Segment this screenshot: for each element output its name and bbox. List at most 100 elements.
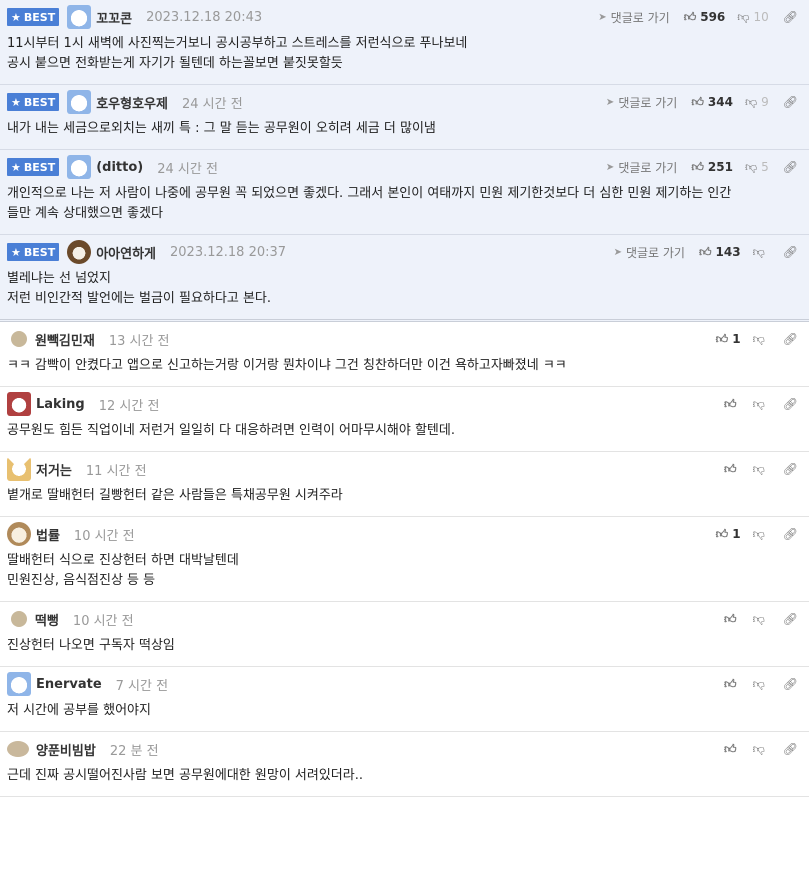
comment-meta: 떡뻥 10 시간 전 👍︎ 👎︎ 🔗︎ xyxy=(7,602,802,636)
comment-meta: 저거는 11 시간 전 👍︎ 👎︎ 🔗︎ xyxy=(7,452,802,486)
nickname[interactable]: 꼬꼬콘 xyxy=(96,8,132,27)
comment-meta: ★ BEST (ditto) 24 시간 전 ➤ 댓글로 가기 👍︎ 251 👎︎ 5 🔗︎ xyxy=(7,150,802,184)
thumbs-down-icon: 👎︎ xyxy=(744,94,758,109)
copy-link-button[interactable]: 🔗︎ xyxy=(783,10,802,24)
avatar-dog-icon[interactable] xyxy=(7,457,31,481)
thumbs-down-icon: 👎︎ xyxy=(752,741,765,756)
reply-label: 댓글로 가기 xyxy=(618,160,678,175)
avatar-blob-icon[interactable] xyxy=(7,741,29,757)
thumbs-up-icon: 👍︎ xyxy=(724,741,737,756)
comment-text: 개인적으로 나는 저 사람이 나중에 공무원 꼭 되었으면 좋겠다. 그래서 본… xyxy=(7,184,802,234)
link-icon: 🔗︎ xyxy=(782,160,798,174)
best-comment: ★ BEST (ditto) 24 시간 전 ➤ 댓글로 가기 👍︎ 251 👎︎ 5 🔗︎ 개인적으… xyxy=(0,150,809,235)
comment-line: 공시 붙으면 전화받는게 자기가 될텐데 하는꼴보면 붙짓못할듯 xyxy=(7,56,343,71)
avatar-puppy-icon[interactable] xyxy=(7,522,31,546)
nickname[interactable]: 떡뻥 xyxy=(35,610,59,629)
nickname[interactable]: 저거는 xyxy=(36,460,72,479)
avatar-blue-face-icon[interactable] xyxy=(7,672,31,696)
dislike-button[interactable]: 👎︎ xyxy=(753,332,769,347)
avatar-red-face-icon[interactable] xyxy=(7,392,31,416)
reply-link[interactable]: ➤ 댓글로 가기 xyxy=(598,9,669,26)
comment-meta: ★ BEST 꼬꼬콘 2023.12.18 20:43 ➤ 댓글로 가기 👍︎ 596 👎︎ 10… xyxy=(7,0,802,34)
like-button[interactable]: 👍︎ 1 xyxy=(716,332,741,347)
reply-link[interactable]: ➤ 댓글로 가기 xyxy=(614,244,685,261)
reply-link[interactable]: ➤ 댓글로 가기 xyxy=(606,159,677,176)
avatar-bear-icon[interactable] xyxy=(67,240,92,264)
comment-meta: 양푼비빔밥 22 분 전 👍︎ 👎︎ 🔗︎ xyxy=(7,732,802,766)
nickname[interactable]: 호우형호우제 xyxy=(96,93,168,112)
comment-text: 저 시간에 공부를 했어야지 xyxy=(7,701,802,731)
dislike-button[interactable]: 👎︎ xyxy=(753,742,769,757)
like-button[interactable]: 👍︎ 596 xyxy=(684,10,726,25)
avatar-blue-face-icon[interactable] xyxy=(67,155,92,179)
avatar-blue-face-icon[interactable] xyxy=(67,90,92,114)
nickname[interactable]: 원빽김민재 xyxy=(35,330,95,349)
nickname[interactable]: 양푼비빔밥 xyxy=(36,740,96,759)
copy-link-button[interactable]: 🔗︎ xyxy=(783,397,802,411)
dislike-count: 5 xyxy=(761,160,769,174)
reply-link[interactable]: ➤ 댓글로 가기 xyxy=(606,94,677,111)
comment-meta: 법률 10 시간 전 👍︎ 1 👎︎ 🔗︎ xyxy=(7,517,802,551)
comment-line: 저런 비인간적 발언에는 벌금이 필요하다고 본다. xyxy=(7,291,271,306)
thumbs-up-icon: 👍︎ xyxy=(724,676,737,691)
like-button[interactable]: 👍︎ 143 xyxy=(699,245,741,260)
avatar-blue-face-icon[interactable] xyxy=(67,5,92,29)
like-count: 1 xyxy=(732,332,741,346)
like-button[interactable]: 👍︎ xyxy=(724,612,741,627)
avatar-dot-icon[interactable] xyxy=(11,331,27,347)
like-button[interactable]: 👍︎ xyxy=(724,397,741,412)
comment: 양푼비빔밥 22 분 전 👍︎ 👎︎ 🔗︎ 근데 진짜 공시떨어진사람 보면 공무원에대한… xyxy=(0,732,809,797)
dislike-button[interactable]: 👎︎ 9 xyxy=(745,95,769,110)
comment-line: 별레냐는 선 넘었지 xyxy=(7,271,111,286)
copy-link-button[interactable]: 🔗︎ xyxy=(783,462,802,476)
dislike-button[interactable]: 👎︎ xyxy=(753,245,769,260)
like-button[interactable]: 👍︎ 1 xyxy=(716,527,741,542)
thumbs-up-icon: 👍︎ xyxy=(683,9,697,24)
thumbs-up-icon: 👍︎ xyxy=(691,159,704,174)
thumbs-down-icon: 👎︎ xyxy=(752,611,765,626)
like-button[interactable]: 👍︎ xyxy=(724,742,741,757)
copy-link-button[interactable]: 🔗︎ xyxy=(783,612,802,626)
comment-actions: 👍︎ 👎︎ 🔗︎ xyxy=(724,732,802,766)
timestamp: 11 시간 전 xyxy=(85,463,147,479)
copy-link-button[interactable]: 🔗︎ xyxy=(783,95,802,109)
dislike-button[interactable]: 👎︎ 10 xyxy=(737,10,768,25)
comment: 원빽김민재 13 시간 전 👍︎ 1 👎︎ 🔗︎ ㅋㅋ 감빡이 안켰다고 앱으로 신고하는거… xyxy=(0,322,809,387)
dislike-button[interactable]: 👎︎ xyxy=(753,677,769,692)
nickname[interactable]: Enervate xyxy=(36,677,102,692)
like-button[interactable]: 👍︎ 344 xyxy=(691,95,733,110)
like-button[interactable]: 👍︎ 251 xyxy=(691,160,733,175)
dislike-button[interactable]: 👎︎ 5 xyxy=(745,160,769,175)
comment-actions: 👍︎ 1 👎︎ 🔗︎ xyxy=(716,517,802,551)
like-button[interactable]: 👍︎ xyxy=(724,462,741,477)
avatar-dot-icon[interactable] xyxy=(11,611,27,627)
nickname[interactable]: 법률 xyxy=(36,525,60,544)
like-button[interactable]: 👍︎ xyxy=(724,677,741,692)
nickname[interactable]: 아아연하게 xyxy=(96,243,156,262)
thumbs-up-icon: 👍︎ xyxy=(698,244,712,259)
thumbs-down-icon: 👎︎ xyxy=(752,461,765,476)
comment-line: 딸배헌터 식으로 진상헌터 하면 대박날텐데 xyxy=(7,553,239,568)
nickname[interactable]: (ditto) xyxy=(96,160,143,175)
comment: 법률 10 시간 전 👍︎ 1 👎︎ 🔗︎ 딸배헌터 식으로 진상헌터 하면 대박날텐데 민원… xyxy=(0,517,809,602)
dislike-button[interactable]: 👎︎ xyxy=(753,612,769,627)
thumbs-down-icon: 👎︎ xyxy=(752,244,765,259)
send-icon: ➤ xyxy=(613,246,622,258)
copy-link-button[interactable]: 🔗︎ xyxy=(783,527,802,541)
copy-link-button[interactable]: 🔗︎ xyxy=(783,245,802,259)
timestamp: 12 시간 전 xyxy=(98,398,160,414)
dislike-button[interactable]: 👎︎ xyxy=(753,462,769,477)
copy-link-button[interactable]: 🔗︎ xyxy=(783,742,802,756)
comment-actions: 👍︎ 1 👎︎ 🔗︎ xyxy=(716,322,802,356)
copy-link-button[interactable]: 🔗︎ xyxy=(783,332,802,346)
thumbs-down-icon: 👎︎ xyxy=(752,676,765,691)
dislike-button[interactable]: 👎︎ xyxy=(753,397,769,412)
copy-link-button[interactable]: 🔗︎ xyxy=(783,677,802,691)
comment-line: ㅋㅋ 감빡이 안켰다고 앱으로 신고하는거랑 이거랑 뭔차이냐 그건 칭찬하더만… xyxy=(7,358,567,373)
comment: Laking 12 시간 전 👍︎ 👎︎ 🔗︎ 공무원도 힘든 직업이네 저런거 일일히 … xyxy=(0,387,809,452)
dislike-button[interactable]: 👎︎ xyxy=(753,527,769,542)
timestamp: 2023.12.18 20:37 xyxy=(170,244,287,260)
copy-link-button[interactable]: 🔗︎ xyxy=(783,160,802,174)
best-badge: ★ BEST xyxy=(7,158,60,176)
nickname[interactable]: Laking xyxy=(36,397,85,412)
